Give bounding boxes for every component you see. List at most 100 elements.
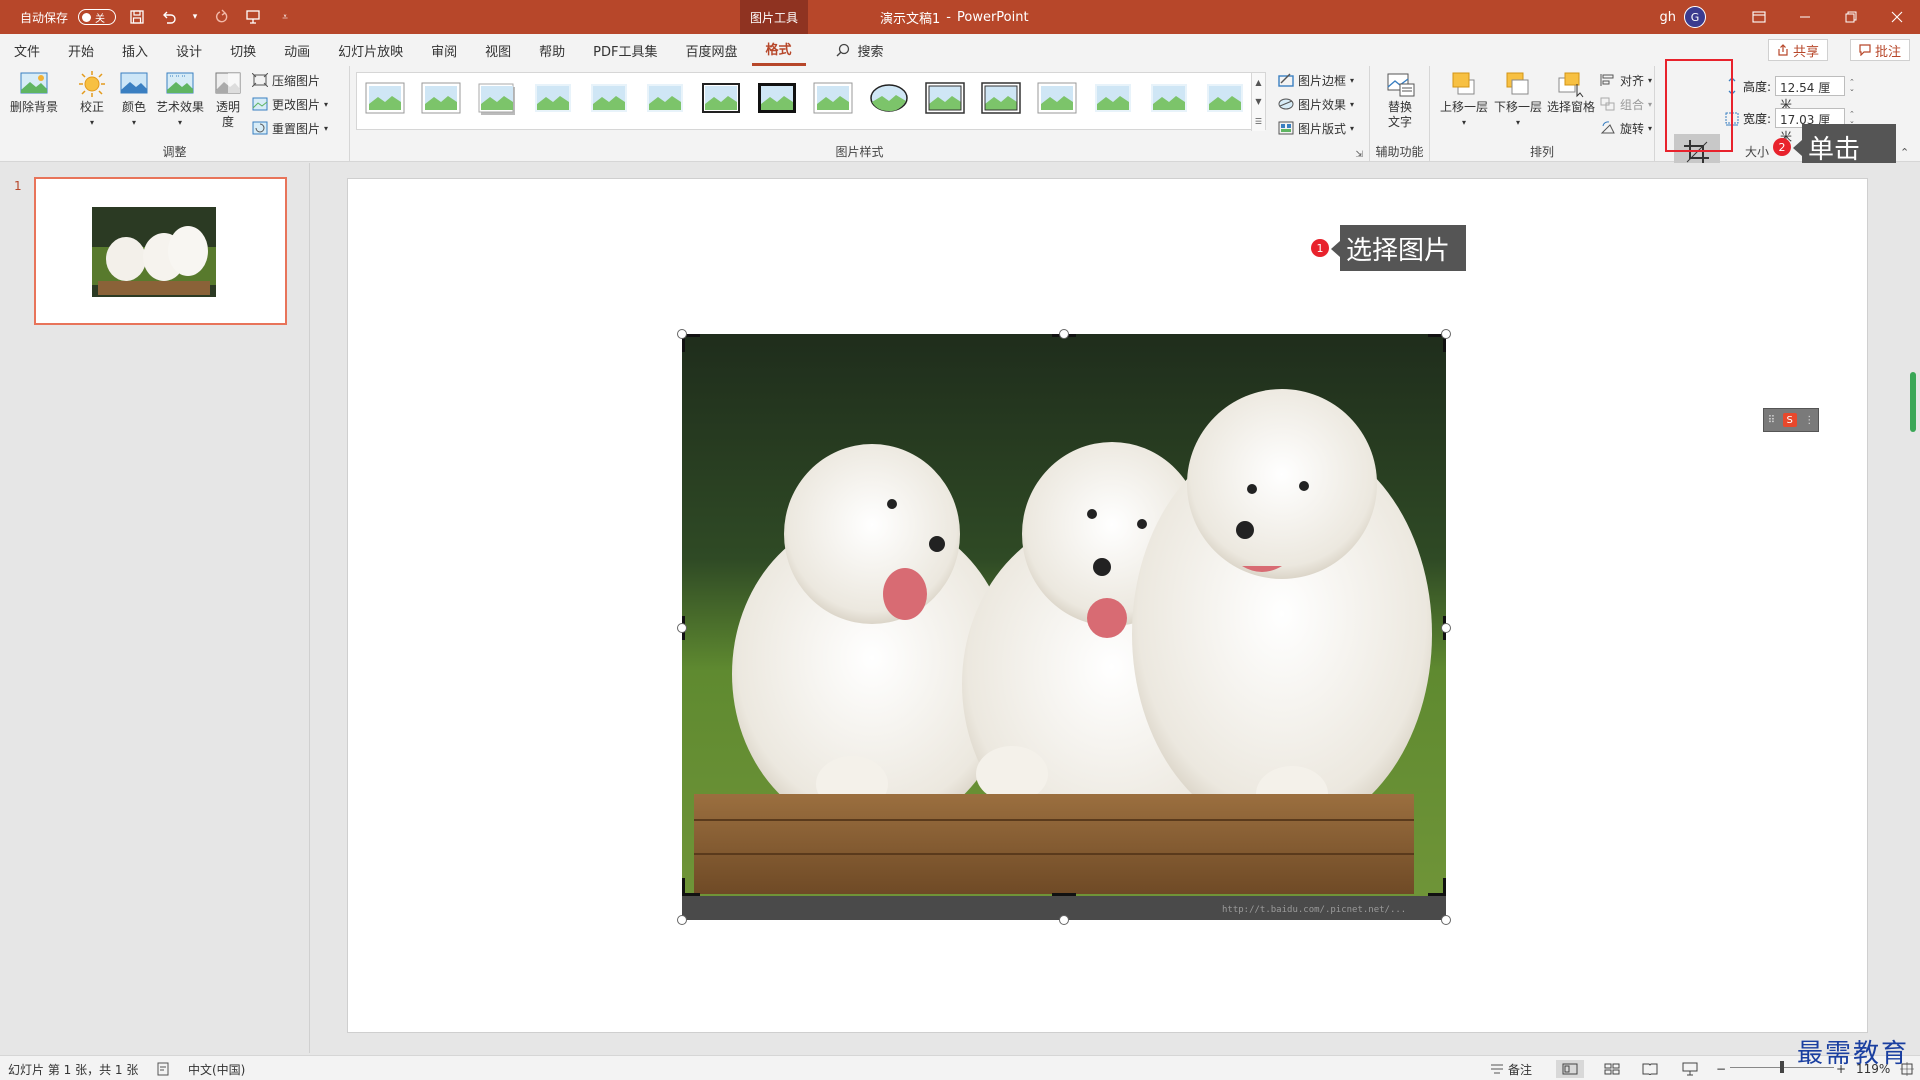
ribbon-display-icon[interactable] <box>1736 0 1782 34</box>
height-input[interactable]: 12.54 厘米 <box>1775 76 1846 112</box>
alt-text-button[interactable]: 替换 文字 <box>1382 70 1418 130</box>
color-button[interactable]: 颜色 ▾ <box>114 70 154 130</box>
rotate-button[interactable]: 旋转 ▾ <box>1600 118 1652 138</box>
zoom-slider-thumb[interactable] <box>1780 1061 1784 1073</box>
picture-style-option[interactable] <box>1037 82 1077 116</box>
reset-picture-button[interactable]: 重置图片 ▾ <box>252 118 328 138</box>
resize-handle-right[interactable] <box>1441 623 1451 633</box>
picture-style-option[interactable] <box>421 82 461 116</box>
picture-style-option[interactable] <box>701 82 741 116</box>
collapse-ribbon-icon[interactable]: ⌃ <box>1900 146 1909 159</box>
resize-handle-bottom-right[interactable] <box>1441 915 1451 925</box>
minimize-icon[interactable] <box>1782 0 1828 34</box>
search-box[interactable]: 搜索 <box>836 41 884 60</box>
close-icon[interactable] <box>1874 0 1920 34</box>
autosave-toggle[interactable]: 关 <box>78 9 117 25</box>
align-button[interactable]: 对齐 ▾ <box>1600 70 1652 90</box>
crop-handle-bottom-left[interactable] <box>682 878 700 896</box>
chevron-down-icon: ▾ <box>324 123 329 133</box>
picture-style-option[interactable] <box>757 82 797 116</box>
compress-label: 压缩图片 <box>272 73 321 88</box>
presentation-start-icon[interactable] <box>242 6 264 28</box>
compress-pictures-button[interactable]: 压缩图片 <box>252 70 320 90</box>
tab-view[interactable]: 视图 <box>471 34 525 66</box>
picture-style-option[interactable] <box>925 82 965 116</box>
corrections-button[interactable]: 校正 ▾ <box>72 70 112 130</box>
zoom-out-icon[interactable]: − <box>1716 1060 1726 1078</box>
remove-background-button[interactable]: 删除背景 <box>8 70 60 115</box>
share-button[interactable]: 共享 <box>1767 39 1828 61</box>
resize-handle-bottom-left[interactable] <box>677 915 687 925</box>
dialog-launcher-icon[interactable]: ⇲ <box>1355 150 1363 160</box>
reading-view-icon[interactable] <box>1642 1060 1658 1078</box>
picture-style-option[interactable] <box>645 82 685 116</box>
picture-style-option[interactable] <box>365 82 405 116</box>
picture-layout-button[interactable]: 图片版式 ▾ <box>1278 118 1354 138</box>
resize-handle-top-left[interactable] <box>677 329 687 339</box>
resize-handle-top-right[interactable] <box>1441 329 1451 339</box>
avatar[interactable]: G <box>1684 6 1706 28</box>
selection-pane-button[interactable]: 选择窗格 <box>1544 70 1598 115</box>
transparency-button[interactable]: 透明 度 <box>210 70 246 130</box>
resize-handle-bottom[interactable] <box>1059 915 1069 925</box>
picture-style-option[interactable] <box>981 82 1021 116</box>
picture-style-option[interactable] <box>1205 82 1245 116</box>
vertical-scrollbar[interactable] <box>1910 372 1916 432</box>
group-objects-button[interactable]: 组合 ▾ <box>1600 94 1652 114</box>
crop-handle-bottom-right[interactable] <box>1428 878 1446 896</box>
spellcheck-icon[interactable] <box>156 1060 170 1078</box>
tab-insert[interactable]: 插入 <box>108 34 162 66</box>
picture-style-option[interactable] <box>589 82 629 116</box>
ime-menu-icon[interactable]: ⋮ <box>1804 415 1814 426</box>
picture-style-option[interactable] <box>813 82 853 116</box>
slide-thumbnail[interactable] <box>34 177 287 325</box>
ime-toolbar[interactable]: ⠿ S ⋮ <box>1763 408 1819 432</box>
tab-home[interactable]: 开始 <box>54 34 108 66</box>
slide-sorter-icon[interactable] <box>1604 1060 1620 1078</box>
picture-style-option[interactable] <box>869 82 909 116</box>
picture-style-option[interactable] <box>477 82 517 116</box>
resize-handle-left[interactable] <box>677 623 687 633</box>
gallery-scroll[interactable]: ▲ ▼ ☰ <box>1251 73 1265 131</box>
tab-baidu-netdisk[interactable]: 百度网盘 <box>671 34 751 66</box>
rotate-handle[interactable] <box>1059 329 1069 339</box>
chevron-down-icon[interactable]: ▾ <box>190 6 200 28</box>
change-picture-button[interactable]: 更改图片 ▾ <box>252 94 328 114</box>
slideshow-view-icon[interactable] <box>1682 1060 1698 1078</box>
language[interactable]: 中文(中国) <box>188 1060 245 1078</box>
bring-forward-button[interactable]: 上移一层 ▾ <box>1438 70 1490 130</box>
height-spinner-icon[interactable]: ⌃ ⌄ <box>1849 79 1855 93</box>
normal-view-icon[interactable] <box>1556 1060 1584 1078</box>
chevron-up-icon[interactable]: ▲ <box>1255 78 1261 87</box>
tab-review[interactable]: 审阅 <box>417 34 471 66</box>
crop-handle-bottom[interactable] <box>1052 893 1076 896</box>
tab-animations[interactable]: 动画 <box>270 34 324 66</box>
user-name[interactable]: gh <box>1660 10 1677 25</box>
tab-file[interactable]: 文件 <box>0 34 54 66</box>
restore-icon[interactable] <box>1828 0 1874 34</box>
width-spinner-icon[interactable]: ⌃ ⌄ <box>1849 111 1855 125</box>
tab-transitions[interactable]: 切换 <box>216 34 270 66</box>
undo-icon[interactable] <box>158 6 180 28</box>
picture-style-option[interactable] <box>533 82 573 116</box>
tab-slideshow[interactable]: 幻灯片放映 <box>324 34 417 66</box>
picture-effects-button[interactable]: 图片效果 ▾ <box>1278 94 1354 114</box>
selection-pane-label: 选择窗格 <box>1546 100 1595 114</box>
tab-pdf-tools[interactable]: PDF工具集 <box>579 34 671 66</box>
save-icon[interactable] <box>126 6 148 28</box>
picture-border-button[interactable]: 图片边框 ▾ <box>1278 70 1354 90</box>
send-backward-button[interactable]: 下移一层 ▾ <box>1492 70 1544 130</box>
tab-help[interactable]: 帮助 <box>525 34 579 66</box>
artistic-effects-button[interactable]: 艺术效果 ▾ <box>154 70 206 130</box>
notes-button[interactable]: 备注 <box>1490 1060 1532 1078</box>
chevron-down-icon[interactable]: ▼ <box>1255 97 1261 106</box>
picture-style-option[interactable] <box>1093 82 1133 116</box>
comment-button[interactable]: 批注 <box>1849 39 1910 61</box>
tab-design[interactable]: 设计 <box>162 34 216 66</box>
tab-format[interactable]: 格式 <box>751 34 806 66</box>
picture-style-option[interactable] <box>1149 82 1189 116</box>
selected-picture[interactable]: http://t.baidu.com/.picnet.net/... <box>682 334 1446 920</box>
gallery-more-icon[interactable]: ☰ <box>1255 117 1262 126</box>
redo-icon[interactable] <box>210 6 232 28</box>
customize-toolbar-icon[interactable]: ⩡ <box>274 6 296 28</box>
